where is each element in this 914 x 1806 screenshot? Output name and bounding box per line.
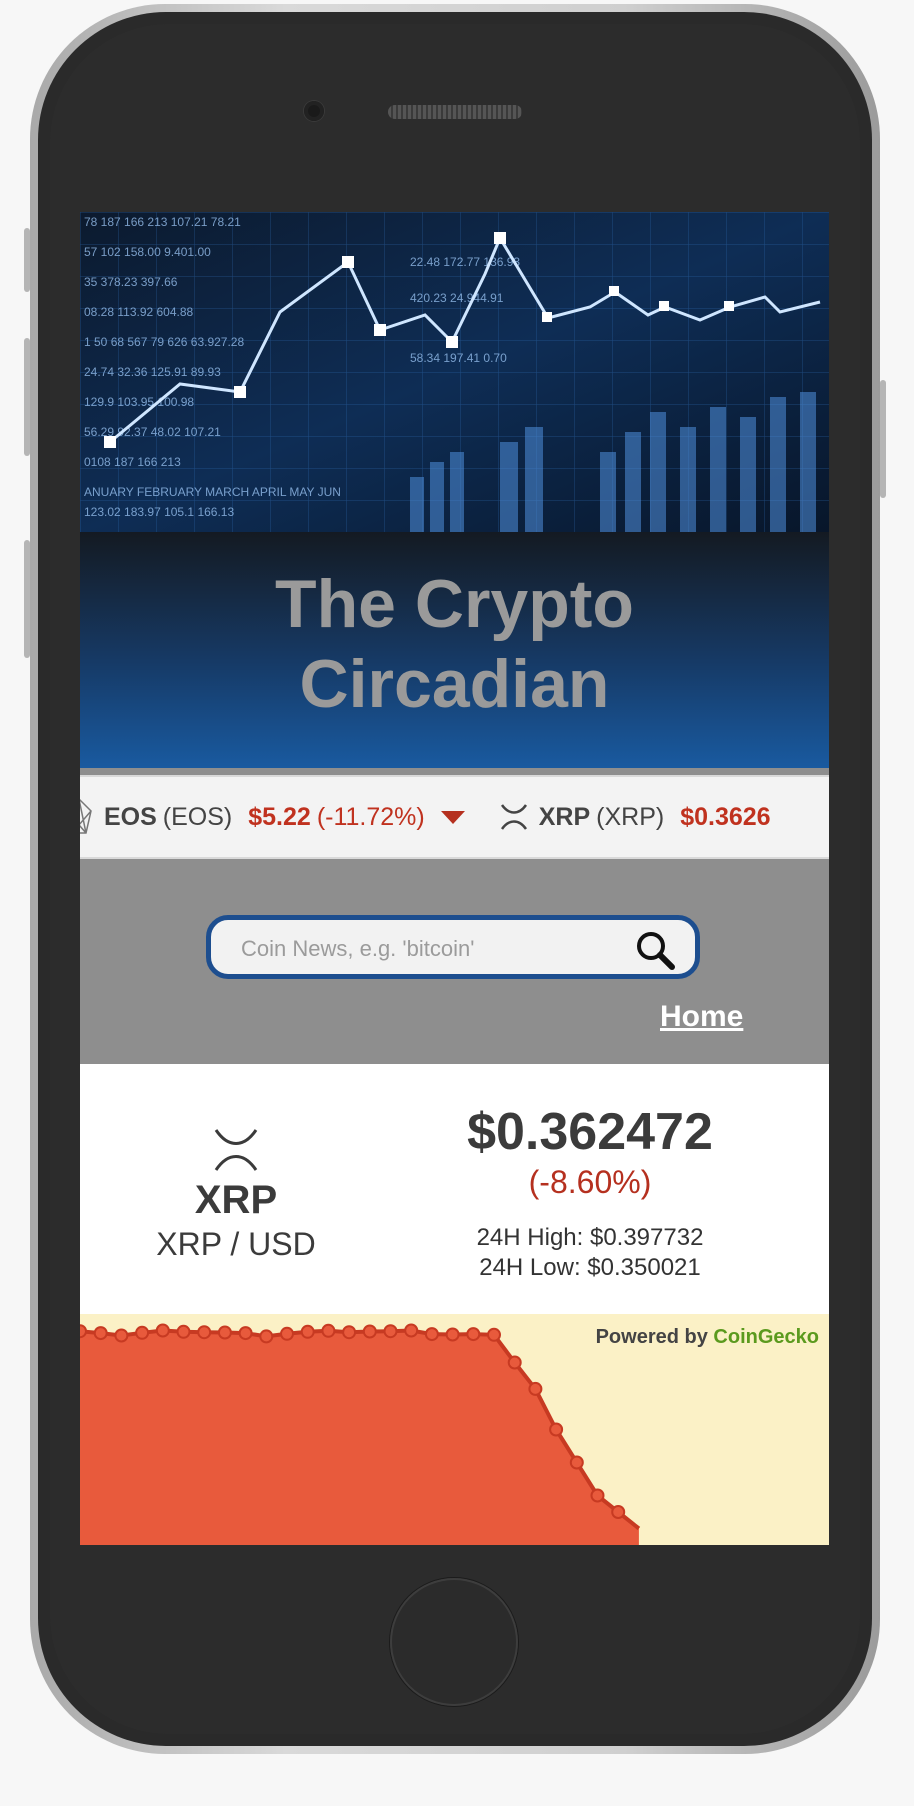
- chart-point[interactable]: [507, 1355, 522, 1370]
- chart-point[interactable]: [321, 1323, 336, 1338]
- chart-point[interactable]: [569, 1455, 584, 1470]
- coin-symbol: XRP: [194, 1178, 278, 1222]
- chart-point[interactable]: [404, 1323, 419, 1338]
- down-arrow-icon: [440, 810, 465, 824]
- coin-24h-high: 24H High: $0.397732: [476, 1224, 704, 1251]
- search-section: Home: [80, 857, 829, 1075]
- chart-point[interactable]: [259, 1329, 274, 1344]
- xrp-icon: [500, 804, 527, 830]
- xrp-logo-icon: [214, 1129, 258, 1171]
- svg-text:78 187 166 213 107.21 78.21: 78 187 166 213 107.21 78.21: [84, 215, 241, 229]
- front-camera: [304, 101, 324, 121]
- chart-point[interactable]: [611, 1505, 626, 1519]
- chart-point[interactable]: [362, 1324, 377, 1339]
- ticker-item-xrp[interactable]: XRP (XRP) $0.3626: [499, 803, 771, 832]
- ticker-symbol: XRP: [538, 802, 591, 831]
- ticker-item-eos[interactable]: EOS (EOS) $5.22 (-11.72%): [94, 803, 465, 832]
- svg-text:129.9 103.95 100.98: 129.9 103.95 100.98: [84, 395, 194, 409]
- volume-up-button: [24, 338, 30, 456]
- chart-point[interactable]: [424, 1327, 439, 1342]
- site-title: The Crypto Circadian: [80, 532, 829, 724]
- svg-text:35 378.23 397.66: 35 378.23 397.66: [84, 275, 178, 289]
- svg-text:24.74 32.36 125.91 89.93: 24.74 32.36 125.91 89.93: [84, 365, 221, 379]
- ticker-code: (EOS): [162, 802, 233, 831]
- home-link[interactable]: Home: [660, 1000, 743, 1034]
- chart-point[interactable]: [342, 1325, 357, 1340]
- site-header: The Crypto Circadian: [80, 532, 829, 768]
- coin-pair: XRP / USD: [156, 1226, 316, 1262]
- chart-point[interactable]: [466, 1327, 481, 1342]
- home-button[interactable]: [390, 1578, 518, 1706]
- chart-point[interactable]: [280, 1326, 294, 1341]
- svg-text:58.34 197.41 0.70: 58.34 197.41 0.70: [410, 351, 507, 365]
- ticker-code: (XRP): [596, 802, 665, 831]
- power-button: [880, 380, 886, 498]
- svg-text:ANUARY FEBRUARY MARCH APRIL MA: ANUARY FEBRUARY MARCH APRIL MAY JUN: [84, 485, 341, 499]
- svg-text:1 50 68 567 79 626 63.927.28: 1 50 68 567 79 626 63.927.28: [84, 335, 244, 349]
- chart-point[interactable]: [549, 1422, 564, 1437]
- chart-point[interactable]: [176, 1324, 191, 1339]
- chart-point[interactable]: [114, 1328, 129, 1343]
- coingecko-link[interactable]: CoinGecko: [713, 1326, 819, 1348]
- chart-point[interactable]: [487, 1327, 501, 1342]
- ticker-change: (-11.72%): [316, 802, 425, 831]
- svg-text:08.28 113.92 604.88: 08.28 113.92 604.88: [84, 305, 194, 319]
- chart-point[interactable]: [217, 1325, 232, 1340]
- search-icon[interactable]: [633, 928, 677, 972]
- chart-point[interactable]: [300, 1324, 315, 1339]
- coin-summary-card: XRP XRP / USD $0.362472 (-8.60%) 24H Hig…: [80, 1064, 829, 1314]
- ticker-price: $0.3626: [680, 802, 771, 831]
- price-ticker[interactable]: EOS (EOS) $5.22 (-11.72%) XRP (XRP) $0.3…: [80, 775, 829, 859]
- mute-switch: [24, 228, 30, 292]
- ticker-symbol: EOS: [104, 802, 157, 831]
- site-title-line-1: The Crypto: [275, 566, 634, 642]
- phone-screen: 78 187 166 213 107.21 78.21 57 102 158.0…: [80, 212, 829, 1545]
- ticker-track: EOS (EOS) $5.22 (-11.72%) XRP (XRP) $0.3…: [80, 777, 805, 857]
- chart-area-fill: [80, 1330, 639, 1545]
- chart-point[interactable]: [80, 1324, 87, 1339]
- chart-point[interactable]: [197, 1325, 212, 1340]
- header-banner-image: 78 187 166 213 107.21 78.21 57 102 158.0…: [80, 212, 829, 532]
- chart-point[interactable]: [238, 1326, 253, 1341]
- svg-text:0108 187 166 213: 0108 187 166 213: [84, 455, 181, 469]
- search-input[interactable]: [239, 930, 623, 968]
- chart-point[interactable]: [383, 1324, 398, 1339]
- svg-text:22.48 172.77 136.93: 22.48 172.77 136.93: [410, 255, 520, 269]
- search-box: [206, 915, 700, 979]
- svg-text:123.02 183.97 105.1 166.13: 123.02 183.97 105.1 166.13: [84, 505, 234, 519]
- volume-down-button: [24, 540, 30, 658]
- svg-text:420.23 24.944.91: 420.23 24.944.91: [410, 291, 504, 305]
- coin-change: (-8.60%): [528, 1164, 652, 1200]
- chart-point[interactable]: [93, 1326, 108, 1341]
- price-chart: Powered by CoinGecko: [80, 1314, 829, 1545]
- coin-price: $0.362472: [467, 1103, 713, 1161]
- eos-icon: [80, 798, 92, 834]
- chart-point[interactable]: [135, 1325, 150, 1340]
- chart-point[interactable]: [155, 1323, 170, 1338]
- powered-by-label: Powered by CoinGecko: [596, 1326, 819, 1349]
- site-title-line-2: Circadian: [299, 646, 610, 722]
- svg-text:57 102 158.00 9.401.00: 57 102 158.00 9.401.00: [84, 245, 211, 259]
- chart-point[interactable]: [445, 1327, 460, 1342]
- powered-by-prefix: Powered by: [595, 1326, 708, 1348]
- ticker-price: $5.22: [248, 802, 311, 831]
- chart-point[interactable]: [590, 1488, 605, 1503]
- coin-24h-low: 24H Low: $0.350021: [479, 1254, 701, 1281]
- earpiece-speaker: [388, 105, 522, 119]
- chart-point[interactable]: [528, 1381, 543, 1396]
